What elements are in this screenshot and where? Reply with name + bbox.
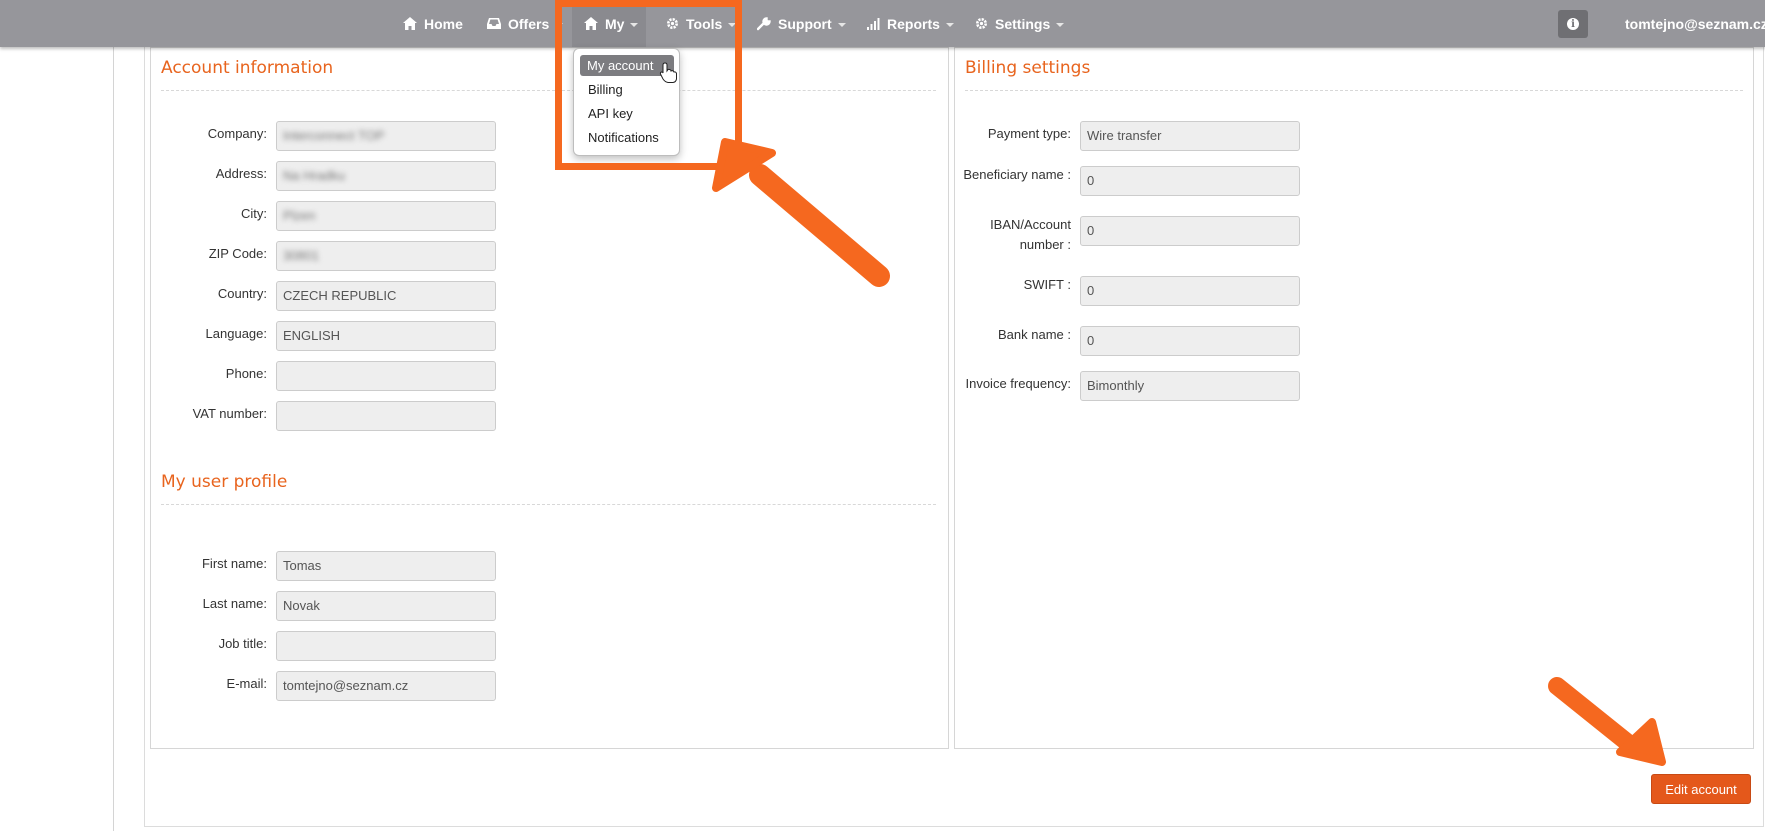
- annotation-arrow-menu: [712, 138, 890, 287]
- hand-cursor-icon: [659, 62, 677, 83]
- annotation-arrows: [659, 62, 1666, 766]
- annotation-arrow-edit: [1548, 677, 1666, 766]
